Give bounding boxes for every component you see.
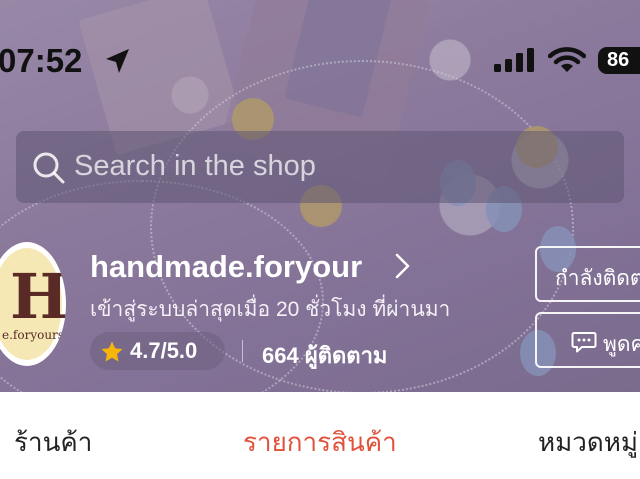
shop-header-background: 07:52 86 Search in the shop H e.foryours [0, 0, 640, 392]
status-time: 07:52 [0, 42, 83, 79]
search-input[interactable]: Search in the shop [74, 150, 316, 183]
tab-categories[interactable]: หมวดหมู่ [538, 422, 638, 463]
follower-count: 664 ผู้ติดตาม [262, 343, 388, 368]
rating-value: 4.7/5.0 [130, 338, 198, 363]
star-icon [101, 341, 123, 362]
rating-badge: 4.7/5.0 [90, 332, 225, 370]
stats-divider [242, 340, 243, 362]
avatar-letter: H [10, 260, 66, 333]
shop-tab-bar: ร้านค้า รายการสินค้า หมวดหมู่ [0, 392, 640, 479]
cellular-signal-icon [494, 48, 534, 72]
battery-level: 86 [607, 49, 630, 71]
search-icon [33, 152, 65, 184]
chat-bubble-icon [571, 332, 597, 353]
following-button[interactable]: กำลังติดต [535, 246, 640, 302]
avatar-logo: H e.foryours [0, 248, 66, 360]
shop-search-bar[interactable]: Search in the shop [16, 131, 624, 203]
avatar-text: e.foryours [2, 328, 64, 342]
chevron-right-icon[interactable] [392, 252, 412, 280]
location-arrow-icon [106, 49, 129, 73]
chat-button-label: พูดค [603, 333, 640, 356]
last-login-text: เข้าสู่ระบบล่าสุดเมื่อ 20 ชั่วโมง ที่ผ่า… [90, 298, 451, 321]
tab-products[interactable]: รายการสินค้า [243, 422, 397, 463]
chat-button[interactable]: พูดค [535, 312, 640, 368]
tab-shop[interactable]: ร้านค้า [14, 422, 92, 463]
following-button-label: กำลังติดต [555, 267, 640, 290]
wifi-icon [548, 47, 586, 72]
status-bar: 07:52 86 [0, 38, 640, 84]
shop-name[interactable]: handmade.foryour [90, 249, 362, 285]
battery-indicator: 86 [598, 47, 640, 74]
